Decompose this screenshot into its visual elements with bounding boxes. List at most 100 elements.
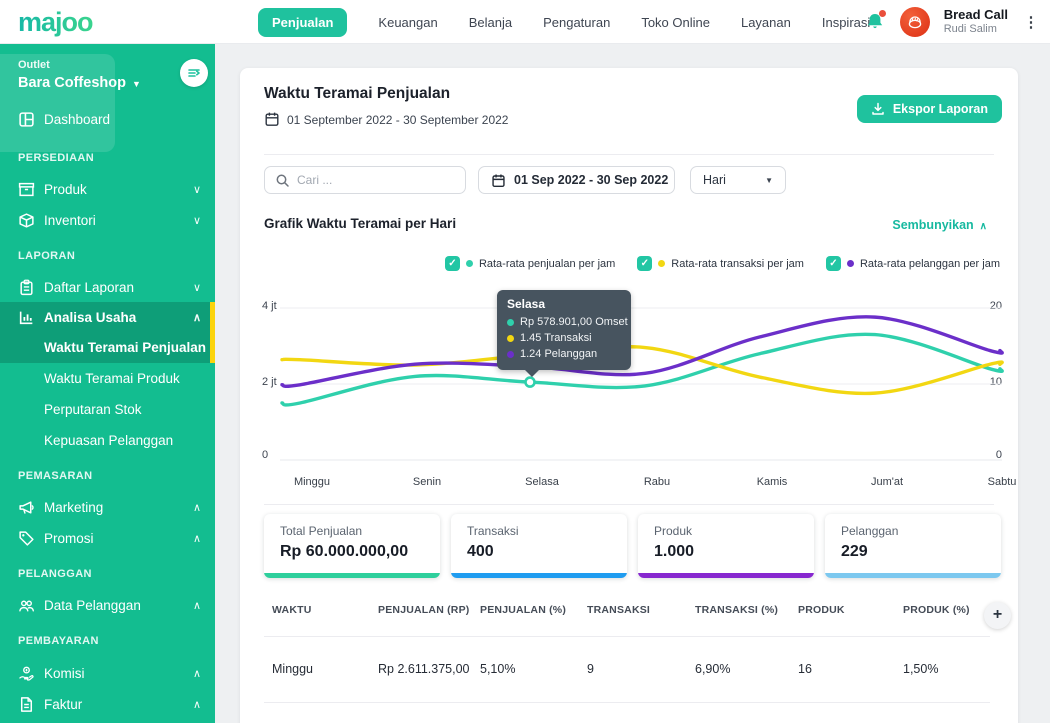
column-header: TRANSAKSI (%) [695,604,798,616]
tab-toko-online[interactable]: Toko Online [641,15,710,30]
user-name: Bread Call [944,8,1008,23]
sidebar-item-produk[interactable]: Produk [0,174,215,204]
chevron-up-icon [980,221,987,232]
chevron-down-icon [193,281,201,294]
outlet-selector[interactable]: Bara Coffeshop [18,75,141,91]
tab-belanja[interactable]: Belanja [469,15,512,30]
chevron-up-icon [193,599,201,612]
chevron-down-icon [193,214,201,227]
section-laporan: LAPORAN [18,250,75,262]
divider [264,702,990,703]
x-axis-label: Rabu [617,476,697,488]
sidebar-item-marketing[interactable]: Marketing [0,492,215,522]
column-header: PRODUK (%) [903,604,988,616]
checkbox-checked-icon[interactable] [637,256,652,271]
collapse-icon [187,66,201,80]
checkbox-checked-icon[interactable] [445,256,460,271]
section-pemasaran: PEMASARAN [18,470,93,482]
section-pelanggan: PELANGGAN [18,568,92,580]
sidebar-item-waktu-teramai-penjualan[interactable]: Waktu Teramai Penjualan [0,333,215,362]
x-axis-label: Senin [387,476,467,488]
avatar[interactable] [900,7,930,37]
chevron-up-icon [193,532,201,545]
bread-icon [906,13,924,31]
x-axis-label: Sabtu [962,476,1042,488]
calendar-icon [491,173,506,188]
sidebar-item-faktur[interactable]: Faktur [0,689,215,719]
card-accent-bar [451,573,627,578]
summary-card-total-penjualan: Total Penjualan Rp 60.000.000,00 [264,514,440,578]
summary-card-transaksi: Transaksi 400 [451,514,627,578]
add-column-button[interactable] [984,602,1011,629]
bar-chart-icon [18,309,35,326]
hide-chart-link[interactable]: Sembunyikan [892,218,987,232]
series-dot-penjualan [466,260,473,267]
sidebar-item-komisi[interactable]: Komisi [0,658,215,688]
checkbox-checked-icon[interactable] [826,256,841,271]
notification-bell-icon[interactable] [864,10,886,34]
calendar-icon [264,111,280,127]
series-dot-pelanggan [847,260,854,267]
export-report-button[interactable]: Ekspor Laporan [857,95,1002,123]
report-date-range: 01 September 2022 - 30 September 2022 [287,113,508,127]
sidebar-item-perputaran-stok[interactable]: Perputaran Stok [0,395,215,424]
tab-layanan[interactable]: Layanan [741,15,791,30]
caret-down-icon [765,176,773,185]
card-accent-bar [638,573,814,578]
legend-item-penjualan[interactable]: Rata-rata penjualan per jam [445,256,615,271]
notification-dot [879,10,886,17]
chart-legend: Rata-rata penjualan per jam Rata-rata tr… [445,256,1000,271]
tab-keuangan[interactable]: Keuangan [378,15,437,30]
section-persediaan: PERSEDIAAN [18,152,94,164]
tooltip-title: Selasa [507,297,621,311]
x-axis-label: Minggu [272,476,352,488]
page-title: Waktu Teramai Penjualan [264,85,450,103]
period-select-value: Hari [703,173,726,187]
sidebar: Outlet Bara Coffeshop Dashboard PERSEDIA… [0,44,215,723]
column-header: TRANSAKSI [587,604,695,616]
legend-item-pelanggan[interactable]: Rata-rata pelanggan per jam [826,256,1000,271]
chevron-down-icon [132,79,141,89]
chevron-up-icon [193,501,201,514]
column-header: PRODUK [798,604,903,616]
sidebar-item-analisa-usaha[interactable]: Analisa Usaha [0,302,215,332]
tab-pengaturan[interactable]: Pengaturan [543,15,610,30]
chevron-up-icon [193,667,201,680]
sidebar-item-promosi[interactable]: Promosi [0,523,215,553]
column-header: PENJUALAN (%) [480,604,587,616]
tooltip-dot-penjualan [507,319,514,326]
sidebar-item-inventori[interactable]: Inventori [0,205,215,235]
chart-tooltip: Selasa Rp 578.901,00 Omset 1.45 Transaks… [497,290,631,370]
period-select[interactable]: Hari [690,166,786,194]
date-range-filter[interactable]: 01 Sep 2022 - 30 Sep 2022 [478,166,675,194]
card-accent-bar [825,573,1001,578]
sidebar-item-kepuasan-pelanggan[interactable]: Kepuasan Pelanggan [0,426,215,455]
user-info[interactable]: Bread Call Rudi Salim [944,8,1008,36]
main-nav-tabs: Penjualan Keuangan Belanja Pengaturan To… [258,0,870,44]
dashboard-icon [18,111,35,128]
x-axis-label: Selasa [502,476,582,488]
sidebar-item-dashboard[interactable]: Dashboard [0,104,215,134]
sidebar-item-waktu-teramai-produk[interactable]: Waktu Teramai Produk [0,364,215,393]
more-menu-icon[interactable] [1022,13,1040,31]
top-navbar: majoo Penjualan Keuangan Belanja Pengatu… [0,0,1050,44]
sidebar-item-daftar-laporan[interactable]: Daftar Laporan [0,272,215,302]
majoo-logo[interactable]: majoo [18,7,93,38]
tab-penjualan[interactable]: Penjualan [258,8,347,37]
cube-icon [18,212,35,229]
search-icon [275,173,290,188]
package-icon [18,181,35,198]
x-axis-label: Kamis [732,476,812,488]
section-pembayaran: PEMBAYARAN [18,635,99,647]
sidebar-collapse-button[interactable] [180,59,208,87]
date-filter-value: 01 Sep 2022 - 30 Sep 2022 [514,173,668,187]
outlet-label: Outlet [18,59,50,71]
sidebar-item-data-pelanggan[interactable]: Data Pelanggan [0,590,215,620]
divider [264,154,994,155]
highlighted-data-point [526,378,535,387]
search-input[interactable] [297,173,447,187]
users-icon [18,597,35,614]
table-row: Minggu Rp 2.611.375,00 5,10% 9 6,90% 16 … [272,636,988,702]
legend-item-transaksi[interactable]: Rata-rata transaksi per jam [637,256,804,271]
chevron-up-icon [193,698,201,711]
